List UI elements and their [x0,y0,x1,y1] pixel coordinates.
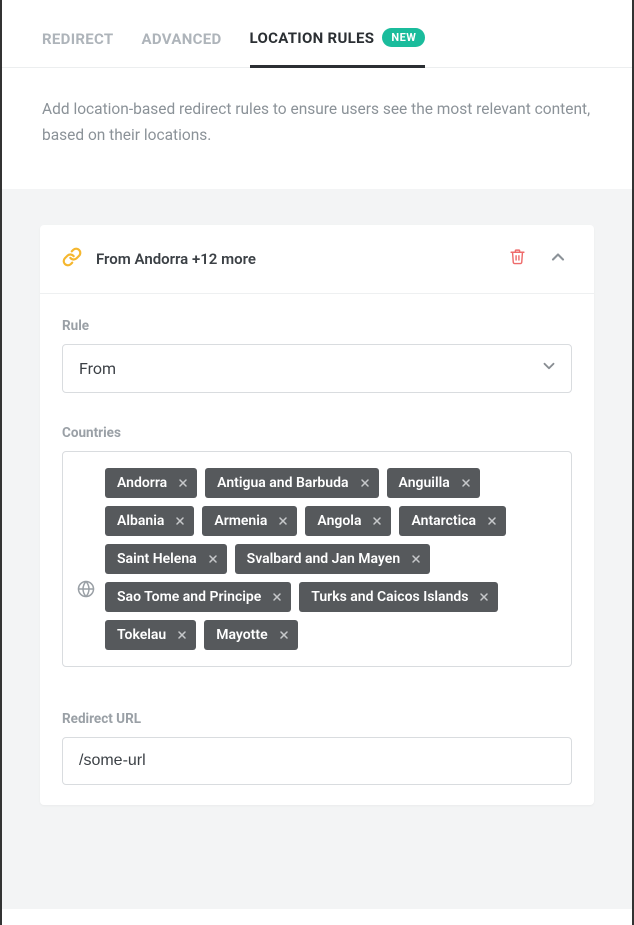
rule-card: From Andorra +12 more Rule From Countrie… [40,225,594,805]
chip-remove-icon[interactable] [486,515,498,527]
chip-remove-icon[interactable] [278,629,290,641]
chip-remove-icon[interactable] [410,553,422,565]
rule-section: Rule From [40,294,594,401]
globe-icon [77,580,95,602]
intro-text: Add location-based redirect rules to ens… [2,68,632,189]
chip-label: Antarctica [411,513,476,529]
countries-input[interactable]: Andorra Antigua and Barbuda Anguilla Albani… [62,451,572,667]
country-chip: Saint Helena [105,544,227,574]
chip-label: Sao Tome and Principe [117,589,261,605]
collapse-icon[interactable] [544,243,572,275]
chip-label: Mayotte [216,627,267,643]
country-chip: Angola [305,506,391,536]
tab-advanced[interactable]: ADVANCED [142,30,222,66]
chip-remove-icon[interactable] [277,515,289,527]
chip-label: Antigua and Barbuda [217,475,348,491]
chip-remove-icon[interactable] [177,477,189,489]
country-chip: Svalbard and Jan Mayen [235,544,430,574]
chip-remove-icon[interactable] [460,477,472,489]
tab-location-rules[interactable]: LOCATION RULES NEW [250,28,426,68]
tab-redirect[interactable]: REDIRECT [42,30,114,66]
rule-select[interactable]: From [62,344,572,393]
country-chip: Armenia [202,506,297,536]
tabs-bar: REDIRECT ADVANCED LOCATION RULES NEW [2,0,632,68]
chip-remove-icon[interactable] [371,515,383,527]
chip-label: Saint Helena [117,551,197,567]
country-chip: Antigua and Barbuda [205,468,378,498]
redirect-url-input[interactable] [62,737,572,785]
chip-remove-icon[interactable] [207,553,219,565]
country-chip: Antarctica [399,506,506,536]
chip-label: Anguilla [399,475,450,491]
country-chip: Sao Tome and Principe [105,582,291,612]
trash-icon[interactable] [505,244,530,273]
chip-remove-icon[interactable] [478,591,490,603]
card-header: From Andorra +12 more [40,225,594,294]
country-chip: Mayotte [204,620,297,650]
chip-label: Armenia [214,513,267,529]
chip-remove-icon[interactable] [174,515,186,527]
chips-container: Andorra Antigua and Barbuda Anguilla Albani… [105,468,557,650]
chip-label: Tokelau [117,627,166,643]
rules-area: From Andorra +12 more Rule From Countrie… [2,189,632,909]
redirect-section: Redirect URL [40,675,594,805]
country-chip: Albania [105,506,194,536]
countries-section: Countries Andorra Antigua and Barbuda Angu… [40,401,594,675]
chip-label: Turks and Caicos Islands [311,589,468,605]
redirect-url-label: Redirect URL [62,711,572,727]
chip-label: Albania [117,513,164,529]
card-title: From Andorra +12 more [96,250,491,268]
chip-label: Andorra [117,475,167,491]
country-chip: Tokelau [105,620,196,650]
rule-label: Rule [62,318,572,334]
tab-location-label: LOCATION RULES [250,29,375,47]
chip-remove-icon[interactable] [176,629,188,641]
link-icon [62,247,82,271]
chip-remove-icon[interactable] [271,591,283,603]
country-chip: Andorra [105,468,197,498]
countries-label: Countries [62,425,572,441]
new-badge: NEW [382,28,425,47]
country-chip: Turks and Caicos Islands [299,582,498,612]
country-chip: Anguilla [387,468,480,498]
chip-remove-icon[interactable] [359,477,371,489]
chip-label: Svalbard and Jan Mayen [247,551,400,567]
chip-label: Angola [317,513,361,529]
